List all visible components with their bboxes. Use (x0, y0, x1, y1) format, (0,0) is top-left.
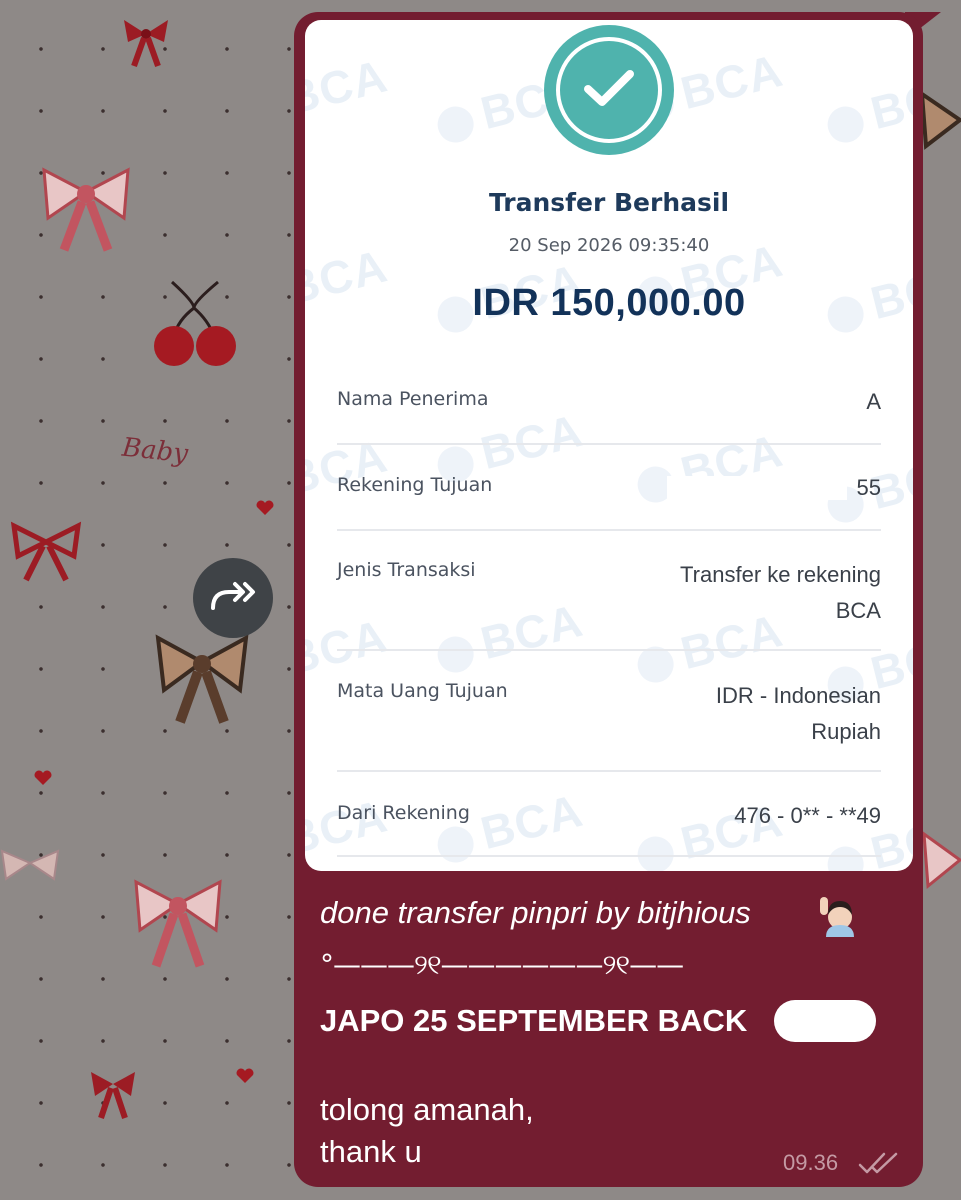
watermark: BCA (821, 63, 913, 151)
wallpaper-baby-text: Baby (120, 432, 190, 470)
detail-value-line2: BCA (835, 598, 881, 623)
row-divider (337, 529, 881, 531)
divider-line (337, 855, 881, 857)
row-divider (337, 855, 881, 857)
detail-value-line1: IDR - Indonesian (715, 683, 881, 708)
divider-line (337, 529, 881, 531)
transfer-amount: IDR 150,000.00 (472, 282, 746, 324)
cherry-icon (148, 278, 240, 368)
forward-icon (207, 578, 259, 618)
detail-row-recipient: Nama Penerima A (337, 386, 881, 446)
bow-icon (920, 80, 961, 180)
decorative-divider: °———୨୧——————୨୧—— (320, 948, 684, 981)
bow-icon (120, 12, 172, 68)
detail-label: Nama Penerima (337, 388, 489, 410)
success-badge (544, 25, 674, 155)
detail-row-currency: Mata Uang Tujuan IDR - Indonesian Rupiah (337, 678, 881, 768)
divider-line (337, 649, 881, 651)
heart-icon (34, 770, 52, 786)
transfer-status-title: Transfer Berhasil (488, 188, 730, 217)
forward-button[interactable] (193, 558, 273, 638)
message-time: 09.36 (783, 1150, 839, 1175)
detail-value: 55 (856, 475, 881, 500)
message-line-2: JAPO 25 SEPTEMBER BACK (320, 1003, 748, 1038)
bow-icon (88, 1066, 138, 1120)
redacted-block (692, 390, 872, 414)
watermark: BCA (305, 49, 393, 125)
detail-value-line1: Transfer ke rekening (680, 562, 881, 587)
row-divider (337, 443, 881, 445)
detail-row-type: Jenis Transaksi Transfer ke rekening BCA (337, 557, 881, 647)
detail-label: Mata Uang Tujuan (337, 680, 508, 702)
detail-value-line2: Rupiah (811, 719, 881, 744)
divider-line (337, 443, 881, 445)
detail-value: A (866, 389, 881, 414)
heart-icon (236, 1068, 254, 1084)
redacted-scribble (774, 1000, 876, 1042)
redacted-block (667, 476, 847, 500)
detail-label: Jenis Transaksi (337, 559, 476, 581)
bow-icon (0, 845, 60, 895)
detail-label: Dari Rekening (337, 802, 470, 824)
row-divider (337, 649, 881, 651)
heart-icon (256, 500, 274, 516)
receipt-image[interactable]: BCA BCA BCA BCA BCA BCA BCA BCA BCA BCA … (305, 20, 913, 871)
message-line-1: done transfer pinpri by bitjhious (320, 895, 751, 930)
transfer-datetime: 20 Sep 2026 09:35:40 (508, 235, 710, 256)
message-line-3: tolong amanah, (320, 1092, 534, 1127)
detail-label: Rekening Tujuan (337, 474, 493, 496)
detail-row-source: Dari Rekening 476 - 0** - **49 (337, 800, 881, 860)
bow-icon (922, 820, 961, 920)
bow-icon (130, 870, 226, 970)
detail-row-account: Rekening Tujuan 55 (337, 472, 881, 532)
divider-line (337, 770, 881, 772)
bow-icon (38, 158, 134, 254)
bow-icon (10, 520, 82, 584)
checkmark-icon (582, 67, 636, 113)
row-divider (337, 770, 881, 772)
message-line-4: thank u (320, 1134, 422, 1169)
double-check-icon (858, 1150, 900, 1180)
raising-hand-emoji (818, 893, 858, 937)
detail-value: 476 - 0** - **49 (734, 803, 881, 828)
bow-icon (152, 626, 252, 726)
